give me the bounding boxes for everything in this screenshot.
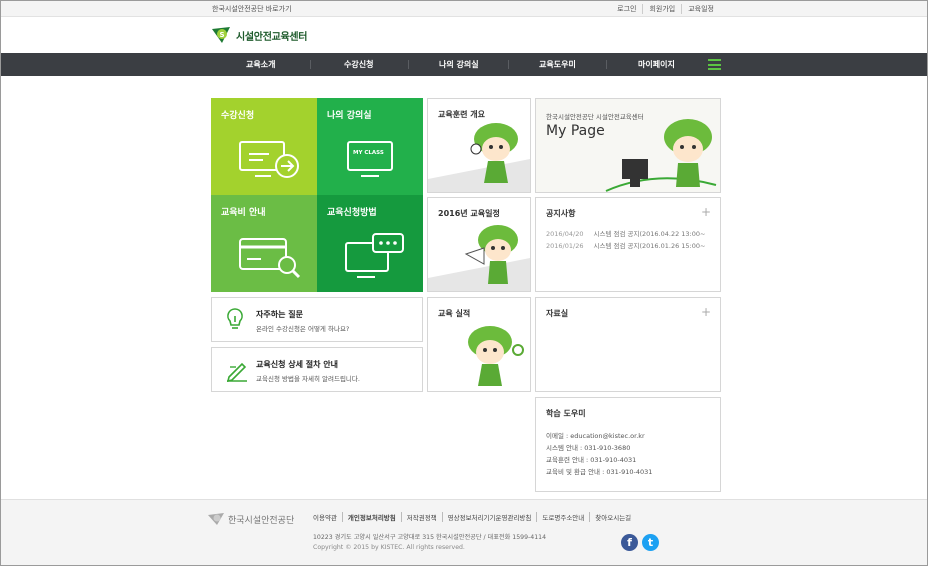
tile-my-lecture[interactable]: 나의 강의실 MY CLASS: [317, 98, 423, 195]
box-overview[interactable]: 교육훈련 개요: [427, 98, 531, 193]
mascot-waving-image: [428, 123, 530, 192]
footer-link-directions[interactable]: 찾아오시는길: [589, 512, 636, 522]
footer: 한국시설안전공단 이용약관 개인정보처리방침 저작권정책 영상정보처리기기운영관…: [0, 499, 928, 566]
help-title: 학습 도우미: [546, 409, 586, 418]
archive-title: 자료실: [546, 309, 569, 318]
footer-logo-icon: [208, 513, 224, 525]
notice-item[interactable]: 2016/01/26 시스템 점검 공지(2016.01.26 15:00~: [546, 240, 705, 250]
footer-link-copyright[interactable]: 저작권정책: [400, 512, 442, 522]
tile-fee[interactable]: 교육비 안내: [211, 195, 317, 292]
learning-help-box: 학습 도우미 이메일 : education@kistec.or.kr 시스템 …: [535, 397, 721, 492]
notice-item[interactable]: 2016/04/20 시스템 점검 공지(2016.04.22 13:00~: [546, 228, 705, 238]
utility-links: 로그인 회원가입 교육일정: [611, 4, 720, 14]
faq-title: 자주하는 질문: [256, 310, 303, 319]
help-fee-phone: 교육비 및 환급 안내 : 031-910-4031: [546, 468, 653, 476]
card-search-icon: [239, 238, 301, 279]
notice-title: 공지사항: [546, 209, 576, 218]
box-results[interactable]: 교육 실적: [427, 297, 531, 392]
facebook-icon[interactable]: f: [621, 534, 638, 551]
logo-mark-icon: S: [210, 25, 232, 45]
footer-copyright: Copyright © 2015 by KISTEC. All rights r…: [313, 544, 465, 551]
nav-item-mypage[interactable]: 마이페이지: [638, 59, 675, 70]
box-schedule[interactable]: 2016년 교육일정: [427, 197, 531, 292]
nav-item-my-lecture[interactable]: 나의 강의실: [439, 59, 479, 70]
nav-divider: [408, 60, 409, 69]
monitor-chat-icon: [345, 233, 404, 278]
apply-guide-box[interactable]: 교육신청 상세 절차 안내 교육신청 방법을 자세히 알려드립니다.: [211, 347, 423, 392]
footer-link-privacy[interactable]: 개인정보처리방침: [341, 512, 401, 522]
notice-more-icon[interactable]: +: [701, 206, 711, 218]
footer-address: 10223 경기도 고양시 일산서구 고양대로 315 한국시설안전공단 / 대…: [313, 534, 547, 541]
schedule-link[interactable]: 교육일정: [681, 4, 720, 14]
tile-enroll-label: 수강신청: [221, 111, 255, 121]
archive-more-icon[interactable]: +: [701, 306, 711, 318]
login-link[interactable]: 로그인: [611, 4, 642, 14]
apply-guide-title: 교육신청 상세 절차 안내: [256, 360, 338, 369]
help-email: 이메일 : education@kistec.or.kr: [546, 432, 645, 440]
faq-subtitle: 온라인 수강신청은 어떻게 하나요?: [256, 325, 350, 333]
monitor-arrow-icon: [239, 141, 299, 178]
footer-links: 이용약관 개인정보처리방침 저작권정책 영상정보처리기기운영관리방침 도로명주소…: [313, 512, 636, 522]
notice-date: 2016/04/20: [546, 230, 584, 238]
nav-item-intro[interactable]: 교육소개: [246, 59, 275, 70]
menu-icon[interactable]: [708, 59, 721, 70]
main-nav: 교육소개 수강신청 나의 강의실 교육도우미 마이페이지: [0, 53, 928, 76]
nav-item-enroll[interactable]: 수강신청: [344, 59, 373, 70]
footer-link-cctv[interactable]: 영상정보처리기기운영관리방침: [441, 512, 537, 522]
apply-guide-subtitle: 교육신청 방법을 자세히 알려드립니다.: [256, 375, 360, 383]
footer-link-road-address[interactable]: 도로명주소안내: [536, 512, 589, 522]
svg-text:S: S: [220, 31, 225, 39]
pencil-icon: [226, 362, 247, 382]
notice-box: 공지사항 + 2016/04/20 시스템 점검 공지(2016.04.22 13…: [535, 197, 721, 292]
nav-divider: [508, 60, 509, 69]
footer-link-terms[interactable]: 이용약관: [313, 512, 342, 522]
mascot-megaphone-image: [428, 225, 530, 291]
help-system-phone: 시스템 안내 : 031-910-3680: [546, 444, 631, 452]
faq-box[interactable]: 자주하는 질문 온라인 수강신청은 어떻게 하나요?: [211, 297, 423, 342]
mascot-cheering-image: [468, 326, 524, 386]
tile-my-lecture-label: 나의 강의실: [327, 111, 372, 121]
signup-link[interactable]: 회원가입: [642, 4, 681, 14]
tile-method-label: 교육신청방법: [327, 208, 377, 218]
tile-enroll[interactable]: 수강신청: [211, 98, 317, 195]
notice-text: 시스템 점검 공지(2016.01.26 15:00~: [593, 242, 706, 250]
footer-logo[interactable]: 한국시설안전공단: [207, 512, 294, 526]
shortcut-link[interactable]: 한국시설안전공단 바로가기: [212, 4, 292, 14]
archive-box: 자료실 +: [535, 297, 721, 392]
logo-title: 시설안전교육센터: [236, 31, 308, 43]
footer-logo-text: 한국시설안전공단: [228, 515, 295, 526]
tile-method[interactable]: 교육신청방법: [317, 195, 423, 292]
mypage-banner[interactable]: 한국시설안전공단 시설안전교육센터 My Page: [535, 98, 721, 193]
site-logo[interactable]: S 시설안전교육센터: [210, 25, 308, 45]
tile-fee-label: 교육비 안내: [221, 208, 266, 218]
nav-item-helper[interactable]: 교육도우미: [539, 59, 576, 70]
notice-date: 2016/01/26: [546, 242, 584, 250]
nav-divider: [606, 60, 607, 69]
twitter-icon[interactable]: t: [642, 534, 659, 551]
top-utility-bar: 한국시설안전공단 바로가기 로그인 회원가입 교육일정: [0, 0, 928, 17]
nav-divider: [310, 60, 311, 69]
my-class-monitor-icon: [347, 141, 393, 177]
notice-text: 시스템 점검 공지(2016.04.22 13:00~: [593, 230, 706, 238]
my-class-screen-text: MY CLASS: [353, 150, 384, 156]
mascot-computer-image: [605, 119, 717, 192]
lightbulb-icon: [227, 308, 243, 329]
help-training-phone: 교육훈련 안내 : 031-910-4031: [546, 456, 637, 464]
